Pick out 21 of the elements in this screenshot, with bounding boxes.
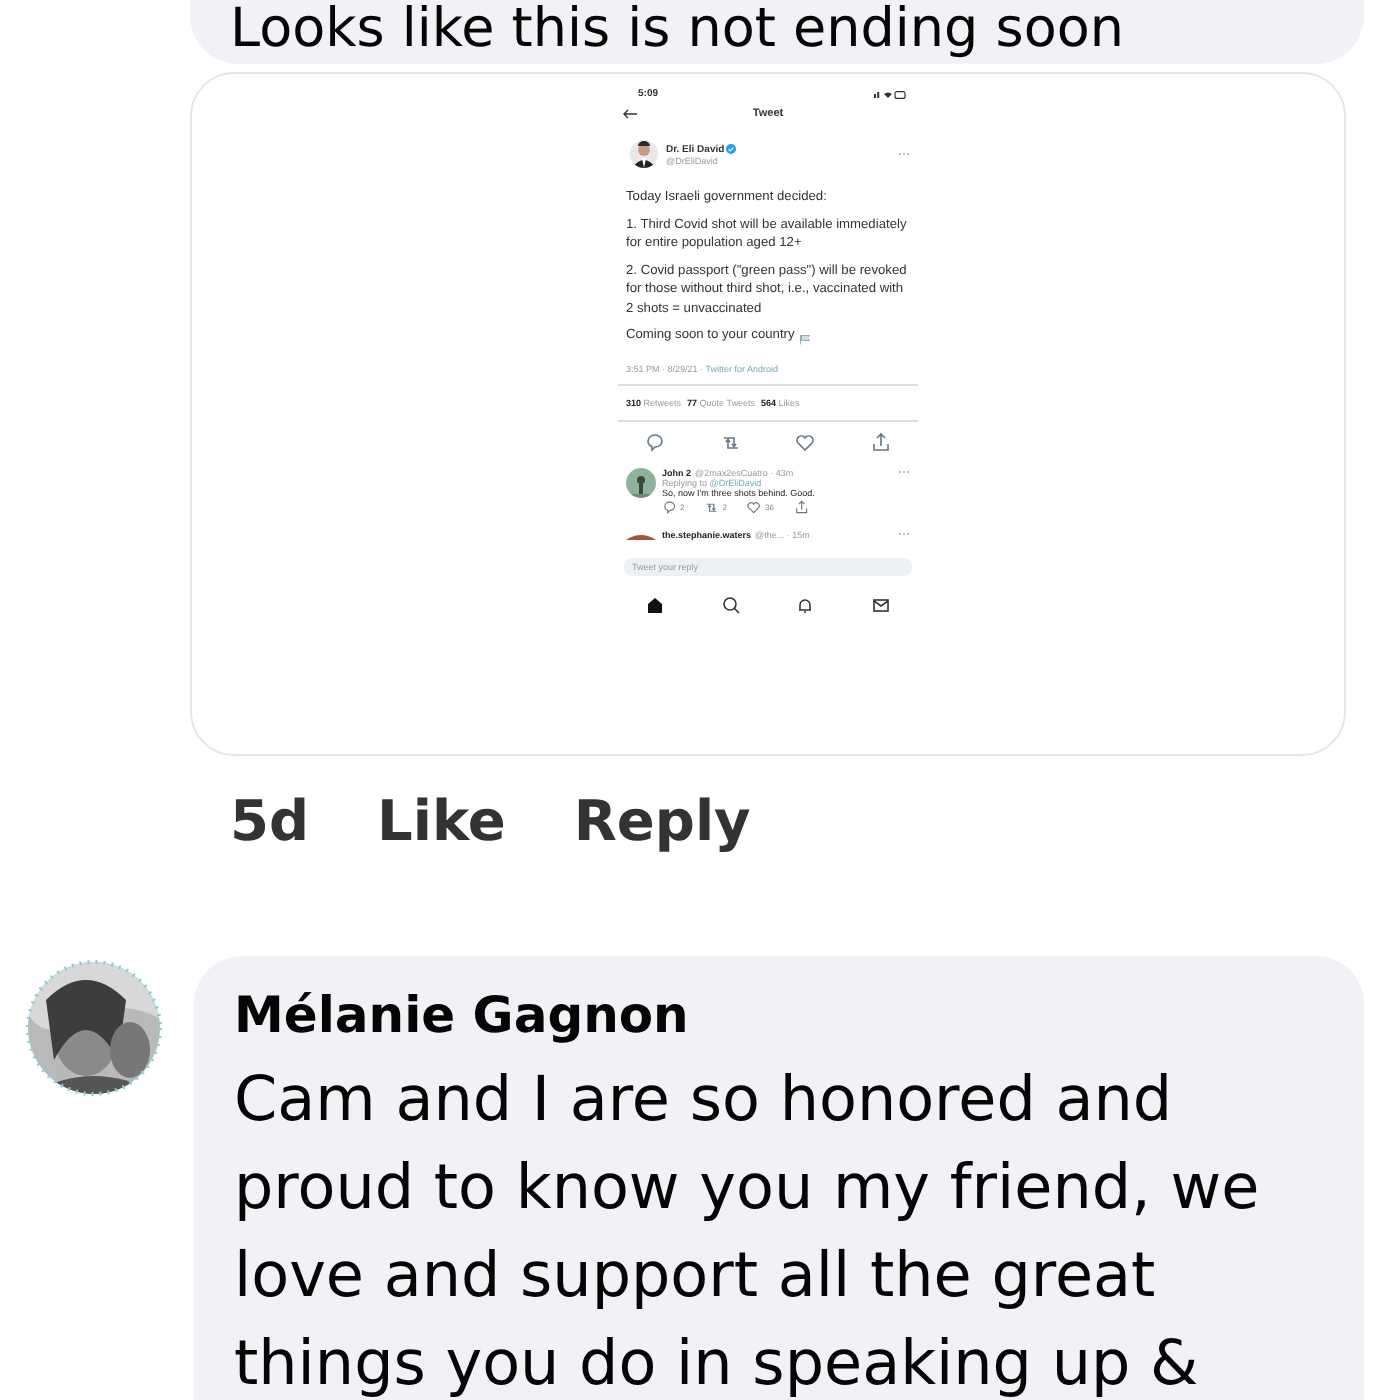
back-arrow-icon[interactable] xyxy=(622,107,638,119)
reply-icon[interactable] xyxy=(662,499,678,513)
heart-icon[interactable] xyxy=(746,499,763,513)
comment-age: 5d xyxy=(230,788,310,858)
retweet-icon[interactable] xyxy=(719,431,742,451)
flag-icon xyxy=(798,333,813,345)
comment-action[interactable]: Like xyxy=(377,788,506,868)
comment-text: Looks like this is not ending soon xyxy=(230,0,1124,60)
reply-icon[interactable] xyxy=(644,431,667,451)
home-icon[interactable] xyxy=(646,595,665,613)
mail-icon[interactable] xyxy=(871,595,890,613)
comment-author[interactable]: Mélanie Gagnon xyxy=(234,984,1324,1048)
comment-text: Cam and I are so honored and proud to know you my friend, we love and support all the great things you do in speaking up & xyxy=(234,1062,1262,1400)
share-icon[interactable] xyxy=(869,431,892,451)
search-icon[interactable] xyxy=(721,595,740,613)
retweet-icon[interactable] xyxy=(704,499,721,513)
share-icon[interactable] xyxy=(793,499,810,513)
heart-icon[interactable] xyxy=(794,431,817,451)
comment-action[interactable]: Reply xyxy=(573,788,751,868)
bell-icon[interactable] xyxy=(796,595,815,613)
status-icons xyxy=(874,89,906,99)
